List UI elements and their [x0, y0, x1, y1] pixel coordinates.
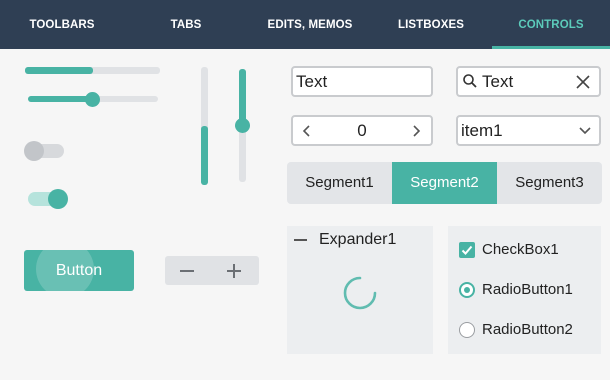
loading-spinner-icon [343, 276, 377, 310]
radio-unselected-icon [459, 322, 475, 338]
text-field[interactable]: Text [291, 66, 433, 97]
segment-2[interactable]: Segment2 [392, 162, 497, 204]
radio-button-1[interactable]: RadioButton1 [459, 281, 594, 299]
minus-icon[interactable] [180, 270, 194, 272]
search-field[interactable]: Text [456, 66, 601, 97]
active-tab-indicator [492, 46, 610, 49]
search-icon [463, 74, 477, 88]
tab-toolbars[interactable]: TOOLBARS [0, 0, 124, 49]
primary-button-label: Button [55, 262, 103, 279]
radio-button-2[interactable]: RadioButton2 [459, 321, 594, 339]
number-spinbox[interactable]: 0 [291, 115, 433, 146]
text-field-value: Text [296, 72, 328, 91]
segmented-control: Segment1 Segment2 Segment3 [287, 162, 602, 204]
tab-listboxes[interactable]: LISTBOXES [372, 0, 490, 49]
tab-tabs[interactable]: TABS [124, 0, 248, 49]
combo-box[interactable]: item1 [456, 115, 601, 146]
segment-1[interactable]: Segment1 [287, 162, 392, 204]
checkbox-1[interactable]: CheckBox1 [459, 241, 594, 259]
collapse-icon [294, 239, 307, 241]
checkbox-1-label: CheckBox1 [482, 241, 559, 258]
tab-edits-memos[interactable]: EDITS, MEMOS [248, 0, 372, 49]
expander-label: Expander1 [319, 231, 397, 248]
expander-panel: Expander1 [287, 226, 433, 354]
checkbox-checked-icon [459, 242, 475, 258]
vertical-slider-thumb[interactable] [235, 118, 250, 133]
primary-button[interactable]: Button [24, 250, 134, 291]
choices-panel: CheckBox1 RadioButton1 RadioButton2 [448, 226, 601, 354]
chevron-down-icon [579, 127, 591, 135]
segment-3[interactable]: Segment3 [497, 162, 602, 204]
expander-header[interactable]: Expander1 [287, 226, 433, 254]
combo-box-value: item1 [461, 121, 503, 140]
horizontal-slider-thumb[interactable] [85, 92, 100, 107]
chevron-right-icon[interactable] [411, 124, 421, 138]
radio-button-1-label: RadioButton1 [482, 281, 573, 298]
tab-controls[interactable]: CONTROLS [492, 0, 610, 49]
top-nav-bar: TOOLBARS TABS EDITS, MEMOS LISTBOXES CON… [0, 0, 610, 49]
radio-button-2-label: RadioButton2 [482, 321, 573, 338]
radio-selected-icon [459, 282, 475, 298]
search-field-value: Text [482, 72, 514, 91]
plus-minus-stepper [165, 256, 259, 285]
close-icon[interactable] [575, 74, 591, 90]
